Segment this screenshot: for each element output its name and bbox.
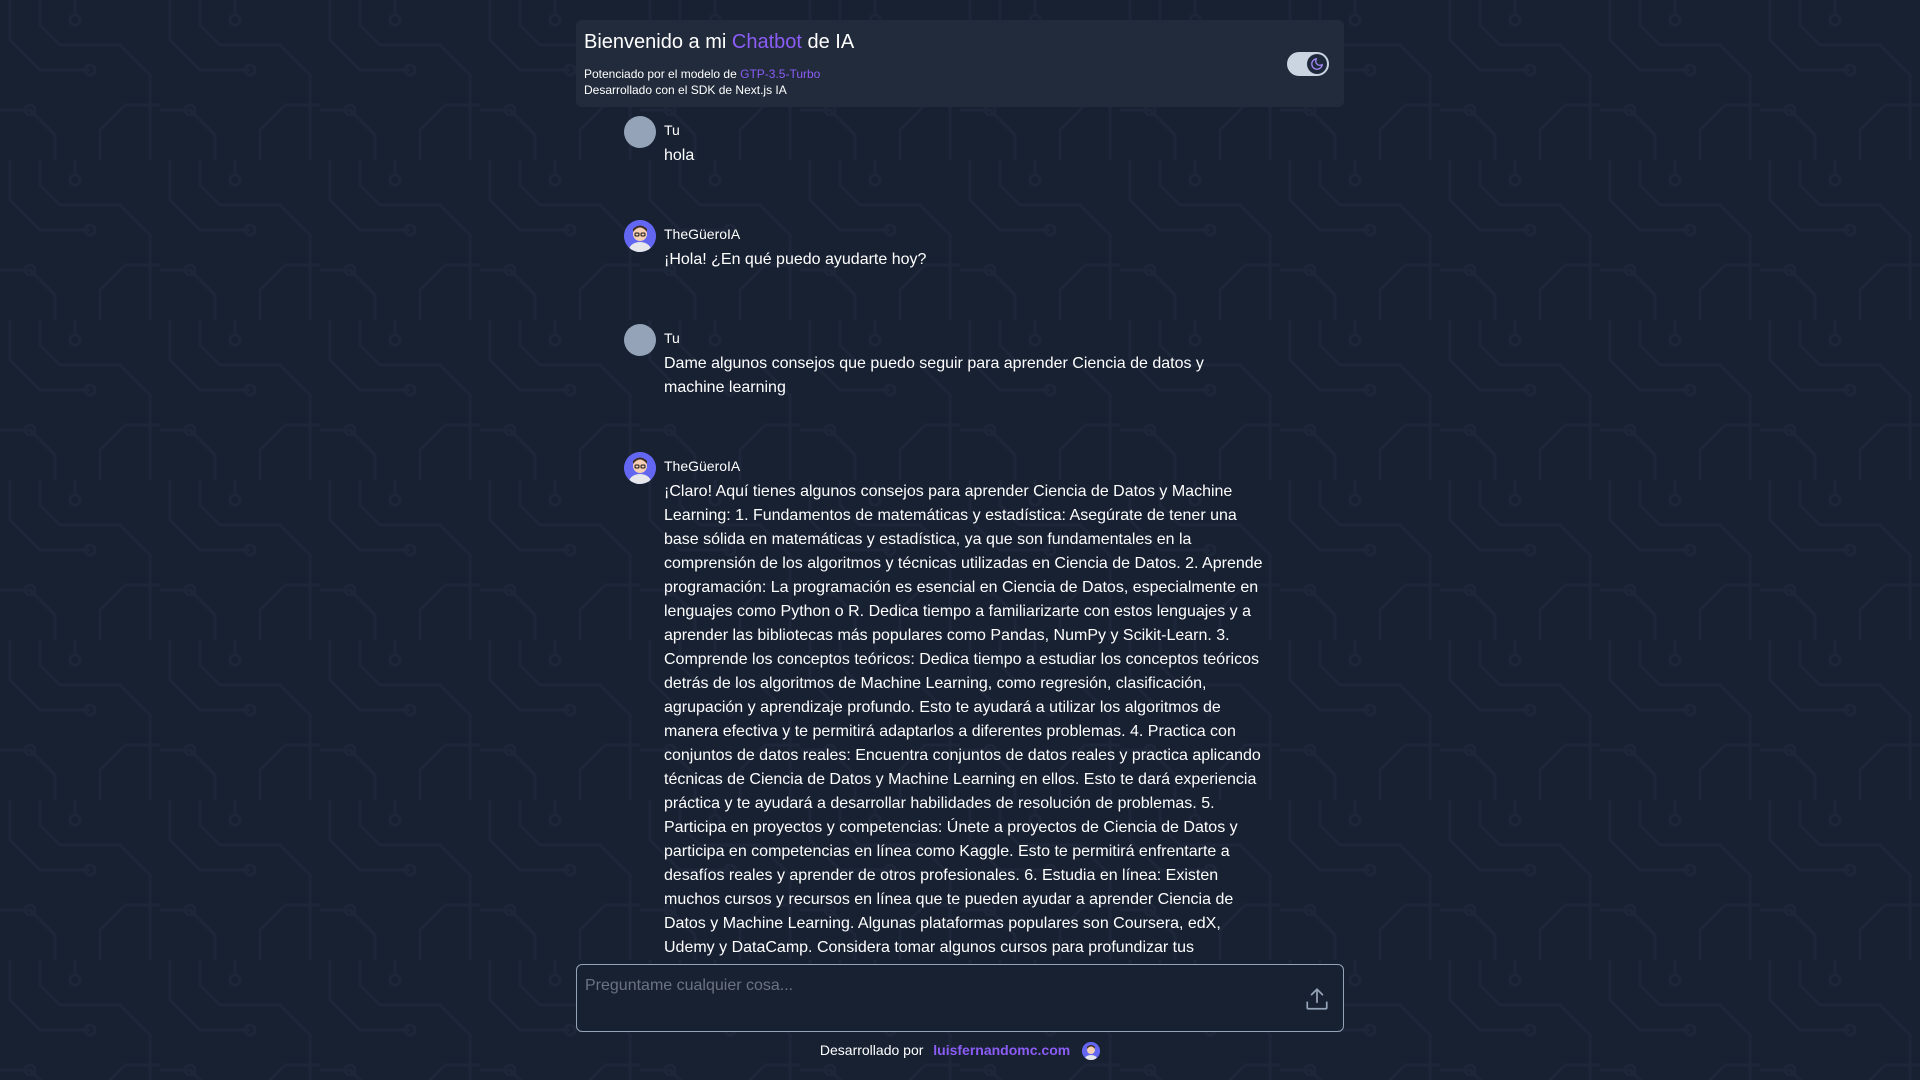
footer: Desarrollado por luisfernandomc.com	[0, 1040, 1920, 1061]
title-suffix: de IA	[801, 31, 855, 53]
title-accent: Chatbot	[731, 31, 802, 53]
message-user: Tu Dame algunos consejos que puedo segui…	[624, 320, 1264, 400]
message-author: Tu	[664, 122, 680, 138]
bot-avatar	[624, 220, 656, 252]
chat-input-box	[576, 964, 1344, 1032]
theme-toggle[interactable]	[1287, 52, 1329, 76]
user-avatar	[624, 324, 656, 356]
send-button[interactable]	[1303, 985, 1331, 1013]
footer-avatar-icon	[1082, 1042, 1101, 1061]
toggle-knob	[1307, 54, 1327, 74]
footer-prefix: Desarrollado por	[819, 1042, 924, 1058]
message-author: TheGüeroIA	[664, 458, 741, 474]
model-name: GTP-3.5-Turbo	[740, 67, 821, 81]
bot-avatar-icon	[624, 452, 656, 484]
message-text: ¡Hola! ¿En qué puedo ayudarte hoy?	[664, 251, 927, 268]
chat-input[interactable]	[585, 973, 1265, 999]
message-assistant: TheGüeroIA ¡Claro! Aquí tienes algunos c…	[624, 448, 1264, 960]
message-author: Tu	[664, 330, 680, 346]
message-author: TheGüeroIA	[664, 226, 741, 242]
chat-messages[interactable]: Tu hola TheGüeroIA ¡Hola! ¿En qué puedo …	[624, 112, 1264, 960]
title-prefix: Bienvenido a mi	[584, 31, 732, 53]
chat-header: Bienvenido a mi Chatbot de IA Potenciado…	[576, 20, 1344, 107]
message-text: hola	[664, 147, 695, 164]
powered-by: Potenciado por el modelo de GTP-3.5-Turb…	[584, 66, 1336, 82]
moon-icon	[1311, 58, 1323, 70]
developed-with: Desarrollado con el SDK de Next.js IA	[584, 83, 787, 97]
upload-arrow-icon	[1306, 988, 1328, 1010]
bot-avatar	[624, 452, 656, 484]
message-assistant: TheGüeroIA ¡Hola! ¿En qué puedo ayudarte…	[624, 216, 1264, 272]
page-title: Bienvenido a mi Chatbot de IA	[584, 30, 1336, 54]
message-text: ¡Claro! Aquí tienes algunos consejos par…	[664, 483, 1263, 956]
user-avatar	[624, 116, 656, 148]
message-text: Dame algunos consejos que puedo seguir p…	[664, 355, 1204, 396]
message-user: Tu hola	[624, 112, 1264, 168]
footer-link[interactable]: luisfernandomc.com	[933, 1042, 1070, 1058]
powered-prefix: Potenciado por el modelo de	[584, 67, 741, 81]
bot-avatar-icon	[624, 220, 656, 252]
